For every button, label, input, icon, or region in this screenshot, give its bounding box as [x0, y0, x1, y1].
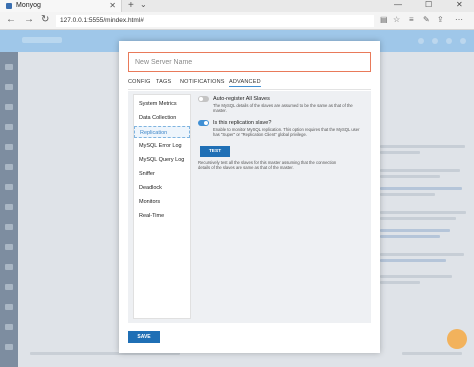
- menu-monitors[interactable]: Monitors: [134, 196, 190, 208]
- sidebar-icon[interactable]: [5, 164, 13, 170]
- more-icon[interactable]: ⋯: [455, 15, 463, 24]
- menu-deadlock[interactable]: Deadlock: [134, 182, 190, 194]
- header-icon[interactable]: [460, 38, 466, 44]
- menu-replication[interactable]: Replication: [134, 126, 190, 138]
- favicon-icon: [6, 3, 12, 9]
- tab-advanced[interactable]: ADVANCED: [229, 79, 261, 87]
- replication-slave-description: Enable to monitor MySQL replication. Thi…: [213, 127, 360, 137]
- sidebar-icon[interactable]: [5, 304, 13, 310]
- sidebar-icon[interactable]: [5, 124, 13, 130]
- test-button[interactable]: TEST: [200, 146, 230, 157]
- new-tab-button[interactable]: +: [128, 0, 134, 11]
- sidebar-icon[interactable]: [5, 144, 13, 150]
- tab-tags[interactable]: TAGS: [156, 79, 171, 85]
- header-icon[interactable]: [446, 38, 452, 44]
- header-icon[interactable]: [418, 38, 424, 44]
- favorites-hub-icon[interactable]: ≡: [409, 15, 414, 24]
- tab-config[interactable]: CONFIG: [128, 79, 151, 85]
- sidebar-icon[interactable]: [5, 324, 13, 330]
- advanced-panel: System Metrics Data Collection Replicati…: [128, 91, 371, 323]
- auto-register-toggle[interactable]: [198, 96, 209, 102]
- sidebar-icon[interactable]: [5, 244, 13, 250]
- test-description: Recursively test all the slaves for this…: [198, 160, 337, 170]
- forward-icon[interactable]: →: [24, 14, 34, 25]
- auto-register-description: The MySQL details of the slaves are assu…: [213, 103, 353, 113]
- sidebar-icon[interactable]: [5, 104, 13, 110]
- sidebar-icon[interactable]: [5, 84, 13, 90]
- sidebar-icon[interactable]: [5, 284, 13, 290]
- replication-settings: Auto-register All Slaves The MySQL detai…: [198, 95, 368, 205]
- tab-title: Monyog: [16, 2, 41, 9]
- tab-list-icon[interactable]: ⌄: [140, 0, 147, 9]
- sidebar-icon[interactable]: [5, 344, 13, 350]
- server-name-input[interactable]: [128, 52, 371, 72]
- menu-data-collection[interactable]: Data Collection: [134, 112, 190, 124]
- sidebar-icon[interactable]: [5, 224, 13, 230]
- share-icon[interactable]: ⇪: [437, 15, 444, 24]
- menu-system-metrics[interactable]: System Metrics: [134, 98, 190, 110]
- add-server-dialog: CONFIG TAGS NOTIFICATIONS ADVANCED Syste…: [119, 41, 380, 353]
- minimize-button[interactable]: —: [394, 0, 402, 9]
- window-close-button[interactable]: ✕: [456, 0, 463, 9]
- tab-close-icon[interactable]: ✕: [109, 1, 116, 10]
- chat-bubble-icon[interactable]: [447, 329, 467, 349]
- browser-tabbar: Monyog ✕ + ⌄ — ☐ ✕: [0, 0, 474, 12]
- tab-divider: [128, 89, 371, 90]
- refresh-icon[interactable]: ↻: [41, 14, 49, 25]
- replication-slave-title: Is this replication slave?: [213, 120, 272, 126]
- tab-notifications[interactable]: NOTIFICATIONS: [180, 79, 225, 85]
- app-logo: [22, 37, 62, 43]
- sidebar-icon[interactable]: [5, 264, 13, 270]
- maximize-button[interactable]: ☐: [425, 0, 432, 9]
- header-icon[interactable]: [432, 38, 438, 44]
- app-sidebar: [0, 52, 18, 367]
- footer-links: [402, 352, 462, 355]
- favorite-icon[interactable]: ☆: [393, 15, 400, 24]
- menu-mysql-error-log[interactable]: MySQL Error Log: [134, 140, 190, 152]
- advanced-menu: System Metrics Data Collection Replicati…: [133, 94, 191, 319]
- sidebar-icon[interactable]: [5, 204, 13, 210]
- sidebar-icon[interactable]: [5, 64, 13, 70]
- address-bar-row: ← → ↻ 127.0.0.1:5555/mindex.html# ▤ ☆ ≡ …: [0, 12, 474, 30]
- browser-tab[interactable]: Monyog ✕: [0, 0, 122, 12]
- replication-slave-toggle[interactable]: [198, 120, 209, 126]
- back-icon[interactable]: ←: [6, 14, 16, 25]
- reading-view-icon[interactable]: ▤: [380, 15, 388, 24]
- notes-icon[interactable]: ✎: [423, 15, 430, 24]
- menu-sniffer[interactable]: Sniffer: [134, 168, 190, 180]
- sidebar-icon[interactable]: [5, 184, 13, 190]
- url-field[interactable]: 127.0.0.1:5555/mindex.html#: [56, 15, 374, 27]
- auto-register-title: Auto-register All Slaves: [213, 96, 270, 102]
- save-button[interactable]: SAVE: [128, 331, 160, 343]
- menu-mysql-query-log[interactable]: MySQL Query Log: [134, 154, 190, 166]
- help-panel-backdrop: [380, 145, 474, 345]
- menu-real-time[interactable]: Real-Time: [134, 210, 190, 222]
